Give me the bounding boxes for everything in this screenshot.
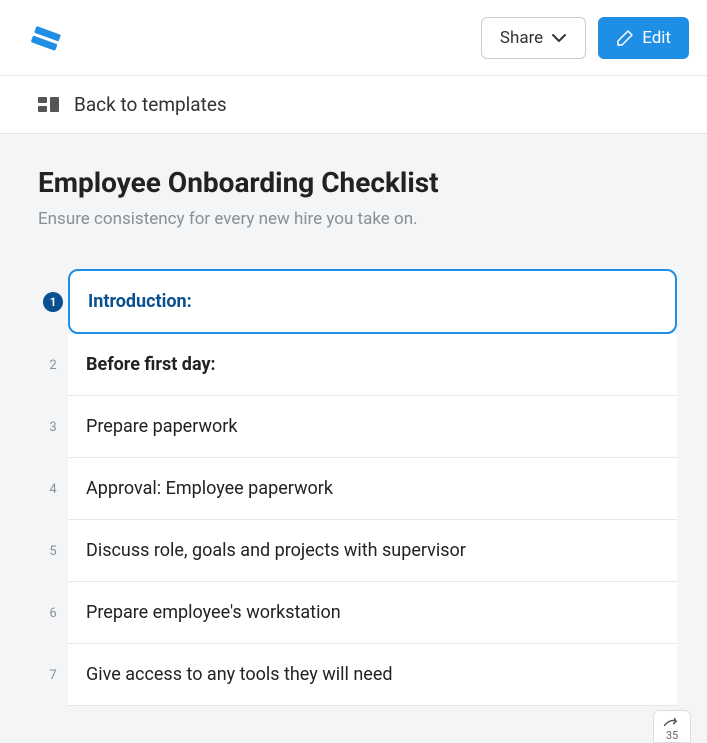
task-row: 6 Prepare employee's workstation — [38, 582, 677, 644]
task-label: Prepare employee's workstation — [86, 602, 341, 623]
task-item-workstation[interactable]: Prepare employee's workstation — [68, 582, 677, 644]
edit-button[interactable]: Edit — [598, 17, 689, 59]
task-number: 2 — [38, 334, 68, 396]
task-label: Introduction: — [88, 291, 192, 312]
task-row: 3 Prepare paperwork — [38, 396, 677, 458]
task-row: 5 Discuss role, goals and projects with … — [38, 520, 677, 582]
task-number: 7 — [38, 644, 68, 706]
task-item-tools-access[interactable]: Give access to any tools they will need — [68, 644, 677, 706]
task-list: 1 Introduction: 2 Before first day: 3 Pr… — [38, 269, 677, 706]
task-label: Give access to any tools they will need — [86, 664, 393, 685]
task-row: 1 Introduction: — [38, 269, 677, 334]
page-title: Employee Onboarding Checklist — [38, 166, 677, 199]
top-bar: Share Edit — [0, 0, 707, 76]
task-item-introduction[interactable]: Introduction: — [68, 269, 677, 334]
task-item-approval-paperwork[interactable]: Approval: Employee paperwork — [68, 458, 677, 520]
task-number-badge: 1 — [43, 292, 63, 312]
share-arrow-icon — [662, 715, 682, 729]
task-item-discuss-role[interactable]: Discuss role, goals and projects with su… — [68, 520, 677, 582]
back-link[interactable]: Back to templates — [74, 93, 227, 116]
task-number: 3 — [38, 396, 68, 458]
edit-label: Edit — [642, 28, 671, 48]
top-actions: Share Edit — [481, 17, 689, 59]
task-row: 7 Give access to any tools they will nee… — [38, 644, 677, 706]
task-label: Prepare paperwork — [86, 416, 238, 437]
task-label: Approval: Employee paperwork — [86, 478, 333, 499]
share-floating-button[interactable]: 35 — [653, 710, 691, 743]
task-row: 2 Before first day: — [38, 334, 677, 396]
chevron-down-icon — [551, 33, 567, 43]
task-label: Discuss role, goals and projects with su… — [86, 540, 466, 561]
floating-count: 35 — [666, 729, 678, 742]
task-number: 6 — [38, 582, 68, 644]
content-area: Employee Onboarding Checklist Ensure con… — [0, 134, 707, 743]
page-subtitle: Ensure consistency for every new hire yo… — [38, 209, 677, 229]
pencil-icon — [616, 29, 634, 47]
task-number: 4 — [38, 458, 68, 520]
share-button[interactable]: Share — [481, 17, 586, 59]
share-label: Share — [500, 28, 543, 48]
templates-icon — [38, 95, 60, 115]
nav-bar[interactable]: Back to templates — [0, 76, 707, 134]
app-logo — [28, 20, 64, 56]
task-number: 5 — [38, 520, 68, 582]
task-label: Before first day: — [86, 354, 216, 375]
task-item-before-first-day[interactable]: Before first day: — [68, 334, 677, 396]
task-row: 4 Approval: Employee paperwork — [38, 458, 677, 520]
task-number: 1 — [38, 269, 68, 334]
task-item-prepare-paperwork[interactable]: Prepare paperwork — [68, 396, 677, 458]
